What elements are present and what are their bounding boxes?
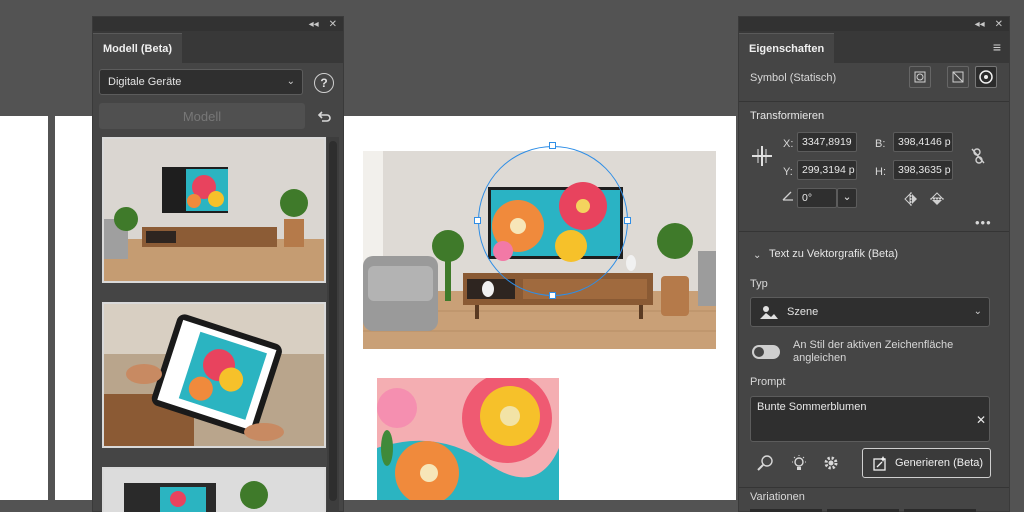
panel-topbar: ◂◂ ✕ bbox=[739, 17, 1009, 31]
match-style-toggle[interactable] bbox=[752, 345, 780, 359]
rotation-field[interactable]: 0° bbox=[797, 188, 837, 208]
height-label: H: bbox=[875, 166, 886, 178]
device-select[interactable]: Digitale Geräte ⌄ bbox=[99, 69, 303, 95]
mockup-thumbnail-tv[interactable] bbox=[102, 137, 326, 283]
model-panel: ◂◂ ✕ Modell (Beta) Digitale Geräte ⌄ ? M… bbox=[92, 16, 344, 512]
chevron-down-icon[interactable]: ⌄ bbox=[753, 250, 761, 261]
selection-handle-left[interactable] bbox=[474, 217, 481, 224]
y-label: Y: bbox=[783, 166, 793, 178]
prompt-label: Prompt bbox=[750, 376, 786, 388]
collapse-panel-icon[interactable]: ◂◂ bbox=[975, 19, 985, 30]
break-link-icon[interactable] bbox=[947, 66, 969, 88]
symbol-static-label: Symbol (Statisch) bbox=[750, 72, 837, 84]
close-panel-icon[interactable]: ✕ bbox=[329, 19, 337, 30]
divider bbox=[739, 101, 1009, 102]
constrain-proportions-icon[interactable] bbox=[967, 145, 989, 167]
toggle-knob bbox=[754, 347, 764, 357]
match-style-label: An Stil der aktiven Zeichenfläche anglei… bbox=[793, 339, 954, 364]
divider bbox=[739, 231, 1009, 232]
help-icon[interactable]: ? bbox=[314, 73, 334, 93]
y-position-field[interactable]: 299,3194 p bbox=[797, 160, 857, 180]
generate-icon bbox=[873, 456, 886, 471]
width-field[interactable]: 398,4146 p bbox=[893, 132, 953, 152]
divider bbox=[739, 487, 1009, 488]
text-to-vector-heading: Text zu Vektorgrafik (Beta) bbox=[769, 248, 898, 260]
selection-handle-bottom[interactable] bbox=[549, 292, 556, 299]
selection-handle-top[interactable] bbox=[549, 142, 556, 149]
height-field[interactable]: 398,3635 p bbox=[893, 160, 953, 180]
thumbnail-scrollbar[interactable] bbox=[327, 137, 339, 512]
collapse-panel-icon[interactable]: ◂◂ bbox=[309, 19, 319, 30]
reference-point-icon[interactable] bbox=[975, 66, 997, 88]
reference-point-grid-icon[interactable] bbox=[751, 145, 773, 167]
clear-prompt-icon[interactable]: ✕ bbox=[976, 413, 986, 427]
type-label: Typ bbox=[750, 278, 768, 290]
x-label: X: bbox=[783, 138, 794, 150]
tab-properties[interactable]: Eigenschaften bbox=[739, 33, 835, 63]
model-button[interactable]: Modell bbox=[99, 103, 305, 129]
mockup-thumbnail-frame[interactable] bbox=[102, 467, 326, 512]
transform-heading: Transformieren bbox=[750, 110, 825, 122]
mockup-thumbnail-tablet[interactable] bbox=[102, 302, 326, 448]
type-select-value: Szene bbox=[787, 306, 819, 318]
variations-label: Variationen bbox=[750, 491, 805, 503]
generate-button-label: Generieren (Beta) bbox=[895, 457, 984, 469]
scrollbar-thumb[interactable] bbox=[329, 141, 337, 501]
undo-icon[interactable] bbox=[313, 105, 335, 127]
flip-vertical-icon[interactable] bbox=[926, 188, 948, 210]
sample-style-icon[interactable] bbox=[754, 452, 776, 474]
settings-gear-icon[interactable] bbox=[820, 452, 842, 474]
chevron-down-icon: ⌄ bbox=[286, 76, 295, 87]
width-label: B: bbox=[875, 138, 886, 150]
edit-symbol-icon[interactable] bbox=[909, 66, 931, 88]
chevron-down-icon: ⌄ bbox=[973, 306, 982, 317]
type-select[interactable]: Szene ⌄ bbox=[750, 297, 990, 327]
properties-panel: ◂◂ ✕ Eigenschaften ≡ Symbol (Statisch) T… bbox=[738, 16, 1010, 512]
x-position-field[interactable]: 3347,8919 bbox=[797, 132, 857, 152]
model-tabbar: Modell (Beta) bbox=[93, 31, 343, 63]
panel-topbar: ◂◂ ✕ bbox=[93, 17, 343, 31]
selection-handle-right[interactable] bbox=[624, 217, 631, 224]
flip-horizontal-icon[interactable] bbox=[900, 188, 922, 210]
more-options-icon[interactable]: ••• bbox=[975, 215, 992, 230]
properties-tabbar: Eigenschaften ≡ bbox=[739, 31, 1009, 63]
rotation-dropdown[interactable]: ⌄ bbox=[837, 188, 857, 208]
generate-button[interactable]: Generieren (Beta) bbox=[862, 448, 991, 478]
selection-circle[interactable] bbox=[478, 146, 628, 296]
prompt-textarea[interactable]: Bunte Sommerblumen bbox=[750, 396, 990, 442]
close-panel-icon[interactable]: ✕ bbox=[995, 19, 1003, 30]
scene-icon bbox=[760, 306, 778, 319]
device-select-value: Digitale Geräte bbox=[108, 76, 182, 88]
rotate-angle-icon bbox=[777, 185, 799, 207]
prompt-text: Bunte Sommerblumen bbox=[757, 401, 867, 413]
artboard-left[interactable] bbox=[0, 116, 48, 500]
panel-menu-icon[interactable]: ≡ bbox=[993, 39, 1001, 55]
tab-model-beta[interactable]: Modell (Beta) bbox=[93, 33, 183, 63]
flower-artwork-image[interactable] bbox=[377, 378, 559, 500]
lightbulb-icon[interactable] bbox=[788, 452, 810, 474]
